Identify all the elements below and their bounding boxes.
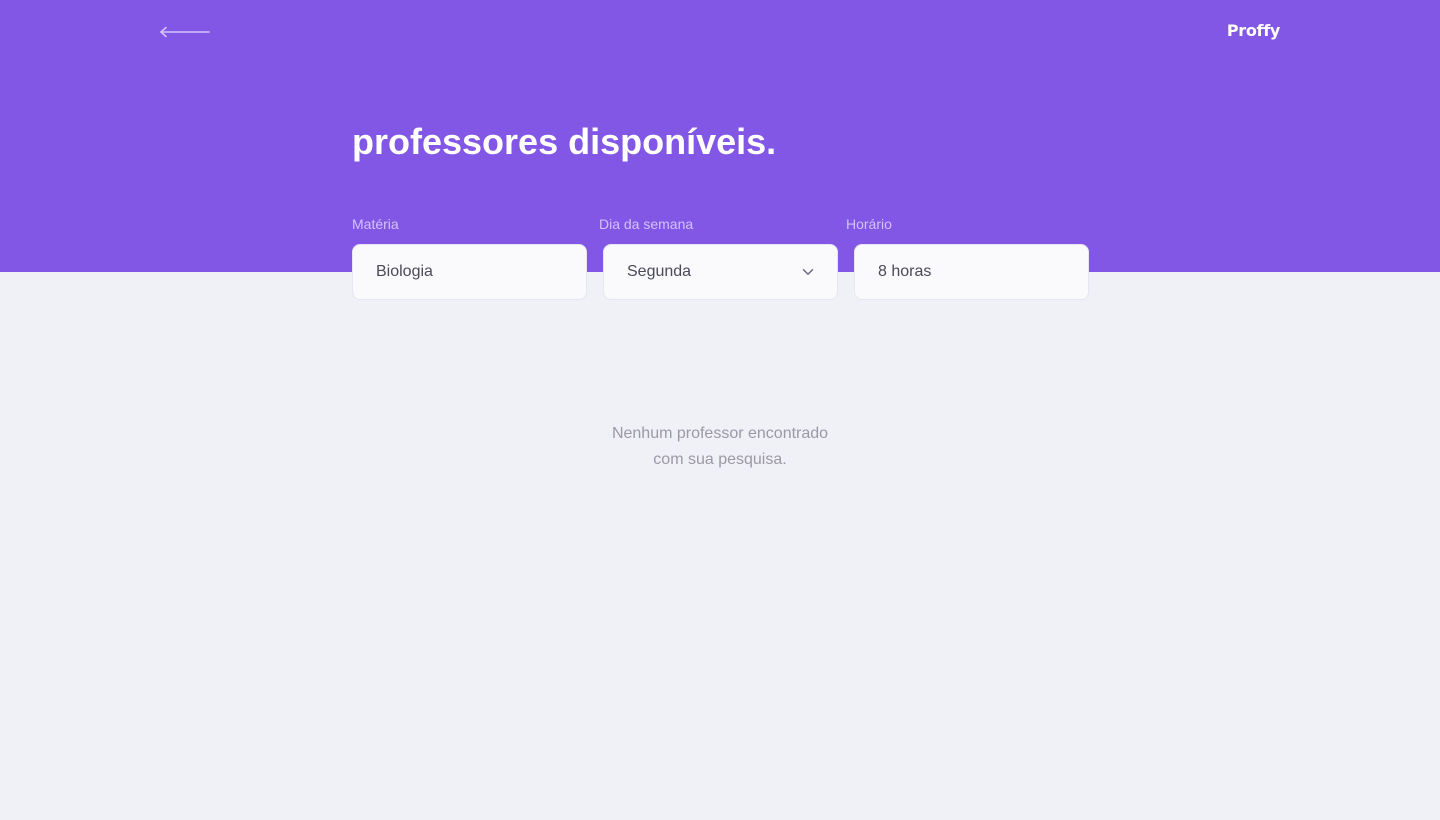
empty-message-line-1: Nenhum professor encontrado	[611, 425, 829, 442]
subject-filter: Matéria Biologia	[352, 214, 587, 300]
empty-message-line-2: com sua pesquisa.	[653, 451, 787, 468]
teacher-list-page: Proffy professores disponíveis. Matéria …	[0, 0, 1440, 820]
back-button[interactable]	[156, 20, 214, 44]
subject-value: Biologia	[376, 263, 433, 280]
weekday-value: Segunda	[627, 263, 692, 280]
subject-label: Matéria	[352, 216, 399, 232]
time-filter: Horário 8 horas	[846, 214, 1089, 300]
time-label: Horário	[846, 216, 892, 232]
page-header: Proffy professores disponíveis. Matéria …	[0, 0, 1440, 300]
time-input[interactable]: 8 horas	[854, 244, 1089, 300]
chevron-down-icon	[802, 266, 814, 278]
empty-results-message: Nenhum professor encontrado com sua pesq…	[520, 421, 920, 473]
proffy-logo: Proffy	[1226, 21, 1280, 40]
weekday-select[interactable]: Segunda	[603, 244, 838, 300]
page-title: professores disponíveis.	[352, 121, 777, 162]
arrow-left-icon	[160, 26, 210, 38]
subject-input[interactable]: Biologia	[352, 244, 587, 300]
weekday-label: Dia da semana	[599, 216, 694, 232]
weekday-filter: Dia da semana Segunda	[599, 214, 838, 300]
time-value: 8 horas	[878, 263, 932, 280]
